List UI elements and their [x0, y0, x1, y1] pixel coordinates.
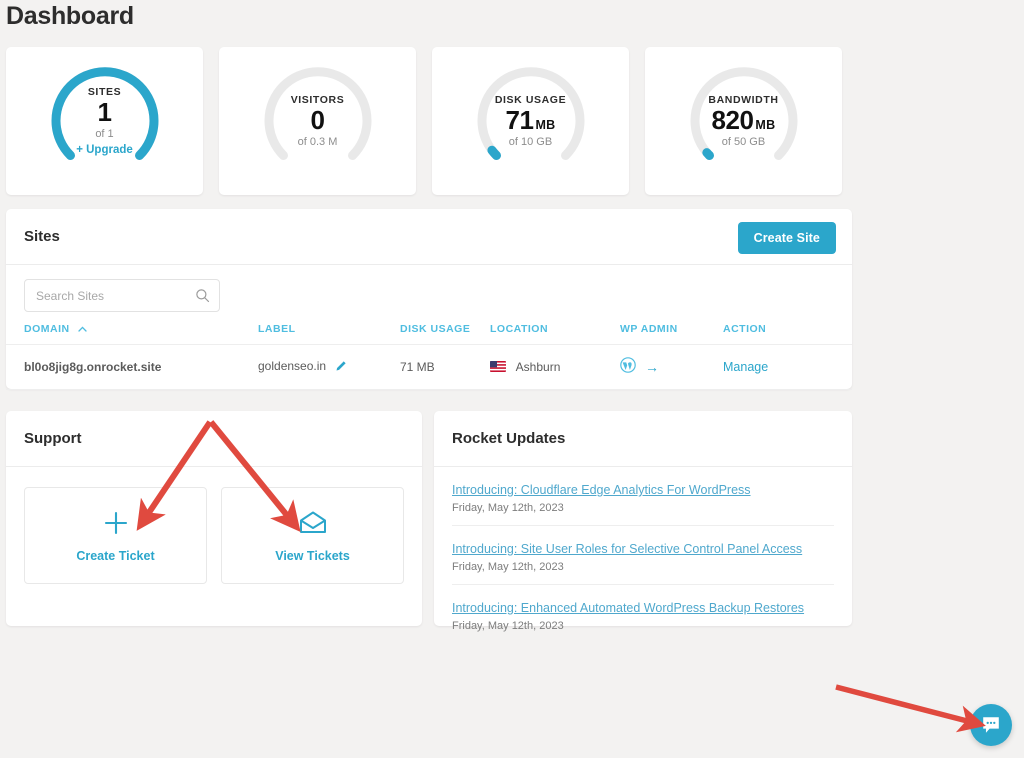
support-tiles: Create Ticket View Tickets: [6, 467, 422, 584]
edit-pencil-icon[interactable]: [335, 360, 347, 375]
wp-admin-link[interactable]: →: [620, 357, 659, 376]
sites-panel-title: Sites: [24, 228, 60, 245]
gauge-bandwidth: BANDWIDTH 820 MB of 50 GB: [678, 55, 810, 187]
gauge-disk-icon: [477, 67, 584, 160]
envelope-open-icon: [299, 508, 327, 538]
stat-card-sites: SITES 1 of 1 + Upgrade: [6, 47, 203, 195]
manage-link[interactable]: Manage: [723, 360, 768, 374]
table-row: bl0o8jig8g.onrocket.site goldenseo.in 71…: [6, 344, 852, 390]
gauge-sites: SITES 1 of 1 + Upgrade: [39, 55, 171, 187]
column-header-disk-usage[interactable]: DISK USAGE: [400, 323, 490, 345]
location-name: Ashburn: [515, 359, 561, 374]
dashboard-page: Dashboard SITES 1 of 1 + Upgrade VISITOR…: [0, 0, 1024, 758]
gauge-sites-icon: [51, 67, 158, 160]
update-date: Friday, May 12th, 2023: [452, 502, 564, 514]
sites-panel-header: Sites Create Site: [6, 209, 852, 265]
stat-card-disk-usage: DISK USAGE 71 MB of 10 GB: [432, 47, 629, 195]
rocket-updates-panel: Rocket Updates Introducing: Cloudflare E…: [434, 411, 852, 632]
stats-row: SITES 1 of 1 + Upgrade VISITORS 0 of 0.3…: [6, 47, 1018, 195]
cell-label: goldenseo.in: [258, 344, 400, 390]
updates-list: Introducing: Cloudflare Edge Analytics F…: [434, 467, 852, 643]
gauge-disk: DISK USAGE 71 MB of 10 GB: [465, 55, 597, 187]
cell-disk-usage: 71 MB: [400, 344, 490, 390]
annotation-arrow-chat-widget: [835, 684, 986, 733]
chat-widget-button[interactable]: [970, 704, 1012, 746]
page-title: Dashboard: [6, 2, 134, 30]
cell-location: Ashburn: [490, 344, 620, 390]
plus-icon: [103, 508, 129, 538]
column-header-label[interactable]: LABEL: [258, 323, 400, 345]
update-link[interactable]: Introducing: Site User Roles for Selecti…: [452, 542, 802, 556]
support-panel-title: Support: [24, 430, 82, 447]
stat-card-visitors: VISITORS 0 of 0.3 M: [219, 47, 416, 195]
list-item: Introducing: Site User Roles for Selecti…: [452, 525, 834, 584]
table-header-row: DOMAIN LABEL DISK USAGE LOCATION WP ADMI…: [6, 323, 852, 345]
wordpress-icon[interactable]: [620, 357, 636, 376]
cell-domain[interactable]: bl0o8jig8g.onrocket.site: [6, 344, 258, 390]
cell-action: Manage: [723, 344, 852, 390]
update-date: Friday, May 12th, 2023: [452, 620, 564, 632]
updates-panel-title: Rocket Updates: [452, 430, 566, 447]
update-date: Friday, May 12th, 2023: [452, 561, 564, 573]
sites-search-row: [6, 265, 852, 312]
sites-panel: Sites Create Site DOMAIN: [6, 209, 852, 390]
cell-wp-admin: →: [620, 344, 723, 390]
open-arrow-icon[interactable]: →: [645, 359, 659, 375]
support-panel-header: Support: [6, 411, 422, 467]
create-site-button[interactable]: Create Site: [737, 222, 836, 254]
search-box[interactable]: [24, 279, 220, 312]
create-ticket-label: Create Ticket: [76, 549, 155, 563]
list-item: Introducing: Cloudflare Edge Analytics F…: [452, 467, 834, 525]
chat-bubble-icon: [983, 717, 999, 733]
update-link[interactable]: Introducing: Enhanced Automated WordPres…: [452, 601, 804, 615]
stat-card-bandwidth: BANDWIDTH 820 MB of 50 GB: [645, 47, 842, 195]
gauge-visitors-icon: [264, 67, 371, 160]
updates-panel-header: Rocket Updates: [434, 411, 852, 467]
support-panel: Support Create Ticket View Tickets: [6, 411, 422, 626]
gauge-visitors: VISITORS 0 of 0.3 M: [252, 55, 384, 187]
view-tickets-tile[interactable]: View Tickets: [221, 487, 404, 584]
us-flag-icon: [490, 360, 506, 372]
sort-asc-icon[interactable]: [78, 323, 87, 335]
column-label: DOMAIN: [24, 323, 70, 335]
label-text: goldenseo.in: [258, 358, 327, 373]
sites-table: DOMAIN LABEL DISK USAGE LOCATION WP ADMI…: [6, 323, 852, 390]
search-input[interactable]: [25, 280, 219, 311]
create-ticket-tile[interactable]: Create Ticket: [24, 487, 207, 584]
update-link[interactable]: Introducing: Cloudflare Edge Analytics F…: [452, 483, 751, 497]
column-header-action[interactable]: ACTION: [723, 323, 852, 345]
column-header-domain[interactable]: DOMAIN: [6, 323, 258, 345]
column-header-location[interactable]: LOCATION: [490, 323, 620, 345]
gauge-bandwidth-icon: [690, 67, 797, 160]
column-header-wp-admin[interactable]: WP ADMIN: [620, 323, 723, 345]
view-tickets-label: View Tickets: [275, 549, 350, 563]
list-item: Introducing: Enhanced Automated WordPres…: [452, 584, 834, 643]
